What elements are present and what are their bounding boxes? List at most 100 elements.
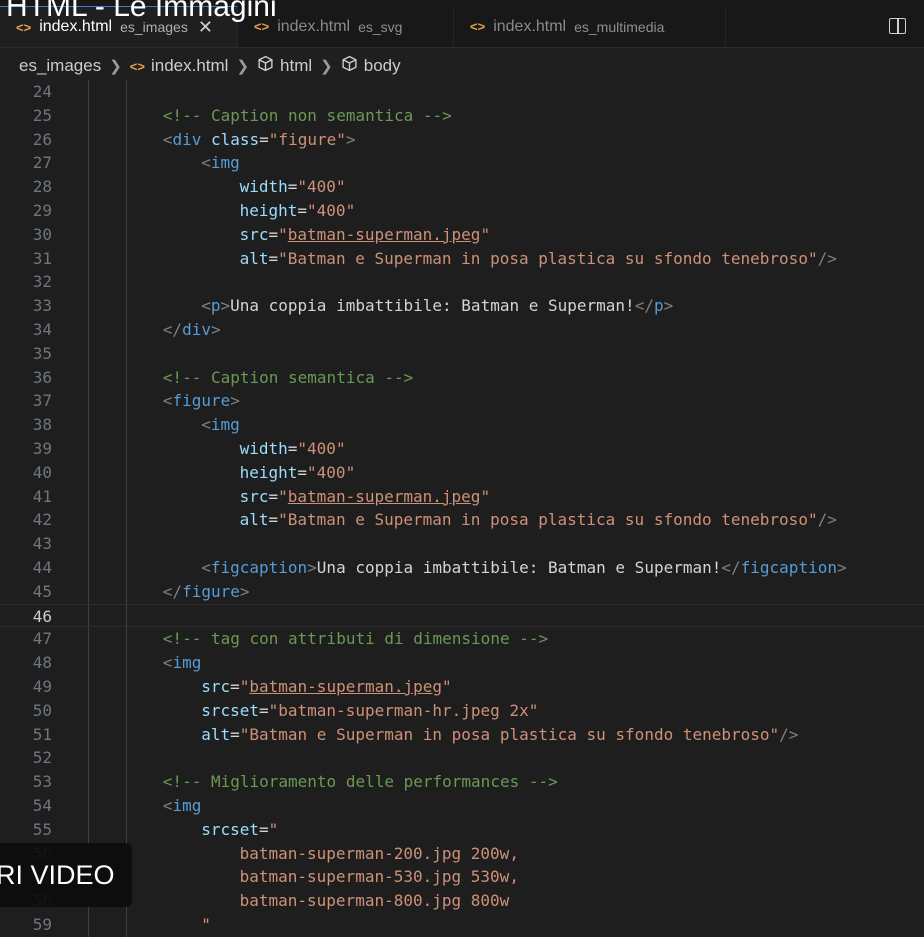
code-line[interactable]: 28 width="400" <box>0 175 924 199</box>
indent-guide <box>126 103 127 128</box>
code-line[interactable]: 32 <box>0 270 924 295</box>
video-title: HTML - Le Immagini <box>6 0 277 23</box>
code-line[interactable]: 53 <!-- Miglioramento delle performances … <box>0 770 924 794</box>
code-line[interactable]: 55 srcset=" <box>0 817 924 842</box>
indent-guide <box>126 532 127 556</box>
code-line[interactable]: 27 <img <box>0 151 924 176</box>
code-text: alt="Batman e Superman in posa plastica … <box>240 508 837 532</box>
code-token: div <box>182 320 211 339</box>
line-number: 38 <box>32 415 52 435</box>
line-number: 34 <box>32 320 52 339</box>
code-token: < <box>162 129 173 149</box>
code-token: < <box>201 415 211 435</box>
code-editor[interactable]: 24 25 <!-- Caption non semantica --> 26 <div… <box>0 80 924 937</box>
code-line[interactable]: 36 <!-- Caption semantica --> <box>0 365 924 390</box>
code-token: "400" <box>307 201 356 220</box>
code-line[interactable]: 38 <img <box>0 413 924 437</box>
code-text: <img <box>163 794 202 818</box>
indent-guide <box>88 389 89 414</box>
code-line[interactable]: 35 <box>0 341 924 366</box>
indent-guide <box>88 913 89 937</box>
code-line[interactable]: 57batman-superman-530.jpg 530w, <box>0 865 924 890</box>
code-line[interactable]: 37 <figure> <box>0 389 924 414</box>
code-line[interactable]: 31 alt="Batman e Superman in posa plastic… <box>0 246 924 271</box>
indent-guide <box>126 746 127 771</box>
tab-file-name: index.html <box>493 17 567 35</box>
code-token: batman-superman-530.jpg 530w, <box>239 867 519 887</box>
indent-guide <box>88 604 89 627</box>
code-token: div <box>172 129 202 149</box>
code-line[interactable]: 47 <!-- tag con attributi di dimensione -… <box>0 627 924 652</box>
breadcrumb-html[interactable]: html <box>280 56 312 76</box>
code-token: </ <box>634 296 654 316</box>
code-line[interactable]: 26 <div class="figure"> <box>0 127 924 152</box>
code-line[interactable]: 50 srcset="batman-superman-hr.jpeg 2x" <box>0 698 924 723</box>
code-line[interactable]: 46 <box>0 603 924 628</box>
code-token: " <box>278 224 288 244</box>
indent-guide <box>88 484 89 509</box>
indent-guide <box>126 698 127 723</box>
code-line[interactable]: 40 height="400" <box>0 460 924 485</box>
indent-guide <box>88 222 89 247</box>
indent-guide <box>88 175 89 199</box>
line-number: 44 <box>32 558 52 577</box>
code-line[interactable]: 41 src="batman-superman.jpeg" <box>0 484 924 509</box>
code-token: <!-- Caption non semantica --> <box>162 105 452 125</box>
breadcrumb-body[interactable]: body <box>364 56 401 76</box>
video-overlay-badge[interactable]: RI VIDEO <box>0 843 132 907</box>
line-number: 46 <box>32 606 52 626</box>
code-token: > <box>663 296 674 316</box>
code-token: " <box>239 677 250 696</box>
code-text: <!-- Caption non semantica --> <box>163 104 452 128</box>
code-line[interactable]: 43 <box>0 532 924 556</box>
code-line[interactable]: 34 </div> <box>0 318 924 342</box>
code-token: " <box>278 486 288 506</box>
code-line[interactable]: 54 <img <box>0 794 924 818</box>
code-line[interactable]: 44 <figcaption>Una coppia imbattibile: Ba… <box>0 556 924 580</box>
code-line[interactable]: 59 " <box>0 913 924 937</box>
indent-guide <box>126 127 127 152</box>
code-text: alt="Batman e Superman in posa plastica … <box>240 247 837 271</box>
code-line[interactable]: 24 <box>0 80 924 104</box>
code-line[interactable]: 58batman-superman-800.jpg 800w <box>0 889 924 913</box>
code-line[interactable]: 33 <p>Una coppia imbattibile: Batman e Su… <box>0 294 924 318</box>
code-token: </ <box>721 558 741 577</box>
line-number: 41 <box>32 486 52 506</box>
tab-file-name: index.html <box>277 17 351 35</box>
code-token: > <box>220 296 231 316</box>
split-editor-icon[interactable] <box>889 18 906 34</box>
code-token: srcset <box>201 700 259 720</box>
code-token: > <box>836 558 847 577</box>
code-line[interactable]: 48 <img <box>0 651 924 675</box>
code-text: <img <box>201 151 240 175</box>
line-number: 51 <box>32 724 52 744</box>
code-line[interactable]: 56batman-superman-200.jpg 200w, <box>0 841 924 866</box>
tab-folder-label: es_svg <box>358 18 403 35</box>
code-line[interactable]: 49 src="batman-superman.jpeg" <box>0 675 924 699</box>
code-token: "400" <box>307 462 356 482</box>
indent-guide <box>126 627 127 652</box>
code-line[interactable]: 29 height="400" <box>0 199 924 223</box>
breadcrumb-file[interactable]: index.html <box>151 56 228 76</box>
code-token: = <box>259 129 269 149</box>
code-line[interactable]: 25 <!-- Caption non semantica --> <box>0 103 924 128</box>
code-token: p <box>653 296 664 316</box>
element-cube-icon <box>341 55 358 77</box>
line-number: 35 <box>32 343 52 363</box>
tab-es-multimedia[interactable]: <> index.html es_multimedia <box>454 6 726 47</box>
code-line[interactable]: 39 width="400" <box>0 437 924 461</box>
indent-guide <box>88 746 89 771</box>
code-token: " <box>201 915 211 934</box>
code-token: <!-- Caption semantica --> <box>162 367 414 387</box>
code-line[interactable]: 52 <box>0 746 924 771</box>
breadcrumb-folder[interactable]: es_images <box>19 56 101 76</box>
code-line[interactable]: 45 </figure> <box>0 579 924 604</box>
code-line[interactable]: 42 alt="Batman e Superman in posa plastic… <box>0 508 924 533</box>
code-token: img <box>210 415 240 435</box>
code-token: "Batman e Superman in posa plastica su s… <box>239 724 780 744</box>
code-line[interactable]: 30 src="batman-superman.jpeg" <box>0 222 924 247</box>
indent-guide <box>126 341 127 366</box>
code-token: < <box>162 653 173 673</box>
code-line[interactable]: 51 alt="Batman e Superman in posa plastic… <box>0 722 924 747</box>
code-text: <!-- tag con attributi di dimensione --> <box>163 627 548 651</box>
